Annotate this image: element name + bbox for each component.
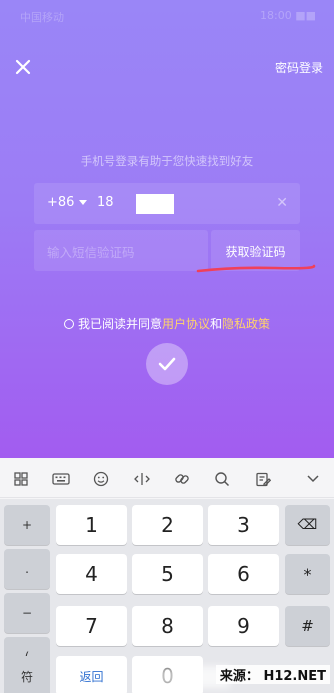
key-8[interactable]: 8 <box>132 606 203 646</box>
key-asterisk[interactable]: * <box>285 554 330 594</box>
search-icon[interactable] <box>213 470 231 488</box>
status-right: 18:00 ■■ <box>260 9 316 22</box>
phone-field[interactable]: +86 18 ✕ <box>34 183 300 224</box>
key-1[interactable]: 1 <box>56 505 127 545</box>
country-code-select[interactable]: +86 <box>47 195 88 210</box>
key-hash[interactable]: # <box>285 606 330 646</box>
key-5[interactable]: 5 <box>132 554 203 594</box>
user-agreement-link[interactable]: 用户协议 <box>162 315 210 332</box>
key-dot[interactable]: . <box>4 549 50 589</box>
submit-button[interactable] <box>146 343 188 385</box>
cursor-move-icon[interactable] <box>133 470 151 488</box>
carrier-label: 中国移动 <box>20 11 64 24</box>
redacted-phone-block <box>136 194 174 214</box>
check-icon <box>158 357 176 371</box>
key-6[interactable]: 6 <box>208 554 279 594</box>
clipboard-edit-icon[interactable] <box>254 470 272 488</box>
sms-code-input[interactable]: 输入短信验证码 <box>34 230 208 271</box>
key-plus[interactable]: + <box>4 505 50 545</box>
chevron-down-icon <box>79 200 88 205</box>
grid-icon[interactable] <box>12 470 30 488</box>
phone-number-value: 18 <box>97 195 114 210</box>
login-screen: 中国移动 18:00 ■■ 密码登录 手机号登录有助于您快速找到好友 +86 1… <box>0 0 334 458</box>
close-icon <box>15 59 31 75</box>
key-9[interactable]: 9 <box>208 606 279 646</box>
agreement-row: 我已阅读并同意 用户协议 和 隐私政策 <box>0 315 334 332</box>
link-icon[interactable] <box>173 470 191 488</box>
annotation-underline <box>196 264 316 273</box>
agree-and: 和 <box>210 317 223 331</box>
password-login-link[interactable]: 密码登录 <box>275 59 323 76</box>
key-minus[interactable]: − <box>4 593 50 633</box>
emoji-icon[interactable] <box>92 470 110 488</box>
numeric-keyboard: + . − ( 1 2 3 4 5 6 7 8 9 ⌫ * # 符 返回 0 <box>0 499 334 693</box>
country-code-label: +86 <box>47 195 75 210</box>
privacy-policy-link[interactable]: 隐私政策 <box>222 315 270 332</box>
key-2[interactable]: 2 <box>132 505 203 545</box>
keyboard-toolbar <box>0 458 334 498</box>
key-3[interactable]: 3 <box>208 505 279 545</box>
key-4[interactable]: 4 <box>56 554 127 594</box>
close-button[interactable] <box>10 54 36 80</box>
agree-radio[interactable] <box>63 318 74 329</box>
key-back[interactable]: 返回 <box>56 656 127 693</box>
watermark-label: 来源： H12.NET <box>215 665 330 684</box>
backspace-icon[interactable]: ⌫ <box>285 505 330 545</box>
login-hint: 手机号登录有助于您快速找到好友 <box>80 154 254 168</box>
status-bar: 中国移动 18:00 ■■ <box>0 0 334 30</box>
clear-icon[interactable]: ✕ <box>276 195 288 211</box>
key-7[interactable]: 7 <box>56 606 127 646</box>
chevron-down-icon[interactable] <box>304 470 322 488</box>
key-symbols[interactable]: 符 <box>4 656 50 693</box>
keyboard-icon[interactable] <box>52 470 70 488</box>
agree-prefix: 我已阅读并同意 <box>77 317 162 331</box>
